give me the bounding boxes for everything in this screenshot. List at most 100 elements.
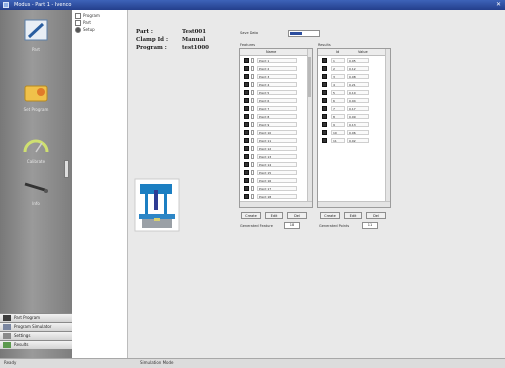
- sidebar-splitter[interactable]: [64, 160, 69, 178]
- gauge-icon: [23, 139, 49, 153]
- row-checkbox[interactable]: [322, 90, 327, 95]
- row-marker-icon: [251, 178, 254, 183]
- sidebar-item-info[interactable]: Info: [14, 176, 58, 206]
- feature-name-cell[interactable]: Point 7: [257, 106, 297, 111]
- feature-name-cell[interactable]: Point 3: [257, 74, 297, 79]
- feature-name-cell[interactable]: Point 8: [257, 114, 297, 119]
- cmm-machine-image: [134, 178, 180, 232]
- left-edit-button[interactable]: Edit: [265, 212, 283, 219]
- close-icon[interactable]: ✕: [496, 1, 501, 8]
- row-marker-icon: [251, 114, 254, 119]
- sidebar-item-set-program[interactable]: Set Program: [14, 82, 58, 112]
- row-marker-icon: [251, 98, 254, 103]
- nav-settings[interactable]: Settings: [0, 331, 72, 340]
- result-id-cell: 10: [331, 130, 345, 135]
- row-checkbox[interactable]: [244, 130, 249, 135]
- feature-name-cell[interactable]: Point 12: [257, 146, 297, 151]
- feature-name-cell[interactable]: Point 17: [257, 186, 297, 191]
- row-checkbox[interactable]: [244, 98, 249, 103]
- feature-name-cell[interactable]: Point 15: [257, 170, 297, 175]
- row-checkbox[interactable]: [322, 114, 327, 119]
- row-marker-icon: [251, 122, 254, 127]
- sidebar-item-calibrate[interactable]: Calibrate: [14, 134, 58, 164]
- left-footer-field[interactable]: 18: [284, 222, 300, 229]
- row-checkbox[interactable]: [244, 146, 249, 151]
- status-center: Simulation Mode: [140, 360, 174, 365]
- results-list-header: Id Value: [318, 49, 390, 56]
- program-tree: Program Part Setup: [72, 10, 128, 358]
- sidebar-item-part[interactable]: Part: [14, 18, 58, 52]
- row-checkbox[interactable]: [244, 122, 249, 127]
- left-list-title: Features: [240, 43, 256, 47]
- row-checkbox[interactable]: [244, 90, 249, 95]
- feature-name-cell[interactable]: Point 13: [257, 154, 297, 159]
- probe-icon: [24, 182, 48, 193]
- right-list-title: Results: [318, 43, 331, 47]
- result-value-cell: 0.12: [347, 66, 369, 71]
- result-id-cell: 4: [331, 82, 345, 87]
- feature-name-cell[interactable]: Point 18: [257, 194, 297, 199]
- feature-name-cell[interactable]: Point 2: [257, 66, 297, 71]
- left-delete-button[interactable]: Del: [287, 212, 307, 219]
- node-icon: [75, 20, 81, 26]
- row-checkbox[interactable]: [244, 66, 249, 71]
- row-checkbox[interactable]: [244, 82, 249, 87]
- results-list[interactable]: Id Value 1 0.05 2 0.12 3 0.08 4 0.21 5 0.10 6 0.04 7…: [317, 48, 391, 208]
- nav-part-program[interactable]: Part Program: [0, 313, 72, 322]
- tree-item-setup[interactable]: Setup: [75, 27, 95, 33]
- row-checkbox[interactable]: [322, 106, 327, 111]
- row-checkbox[interactable]: [244, 178, 249, 183]
- sidebar-item-label: Info: [32, 201, 40, 206]
- row-checkbox[interactable]: [244, 170, 249, 175]
- row-checkbox[interactable]: [244, 106, 249, 111]
- row-checkbox[interactable]: [322, 66, 327, 71]
- feature-name-cell[interactable]: Point 11: [257, 138, 297, 143]
- row-checkbox[interactable]: [244, 58, 249, 63]
- tree-item-program[interactable]: Program: [75, 13, 100, 19]
- scroll-thumb[interactable]: [308, 57, 311, 97]
- row-checkbox[interactable]: [244, 162, 249, 167]
- row-checkbox[interactable]: [244, 186, 249, 191]
- nav-program-simulator[interactable]: Program Simulator: [0, 322, 72, 331]
- feature-name-cell[interactable]: Point 14: [257, 162, 297, 167]
- left-create-button[interactable]: Create: [241, 212, 261, 219]
- settings-icon: [3, 333, 11, 339]
- result-id-cell: 3: [331, 74, 345, 79]
- row-checkbox[interactable]: [322, 58, 327, 63]
- feature-name-cell[interactable]: Point 16: [257, 178, 297, 183]
- row-checkbox[interactable]: [244, 114, 249, 119]
- row-checkbox[interactable]: [322, 122, 327, 127]
- feature-list-scrollbar[interactable]: [307, 49, 312, 201]
- row-marker-icon: [251, 146, 254, 151]
- nav-results[interactable]: Results: [0, 340, 72, 349]
- row-checkbox[interactable]: [322, 138, 327, 143]
- results-list-hscrollbar[interactable]: [318, 201, 390, 207]
- feature-name-cell[interactable]: Point 6: [257, 98, 297, 103]
- top-field[interactable]: [288, 30, 320, 37]
- right-edit-button[interactable]: Edit: [344, 212, 362, 219]
- feature-name-cell[interactable]: Point 9: [257, 122, 297, 127]
- feature-name-cell[interactable]: Point 1: [257, 58, 297, 63]
- right-delete-button[interactable]: Del: [366, 212, 386, 219]
- right-footer-field[interactable]: 11: [362, 222, 378, 229]
- feature-name-cell[interactable]: Point 4: [257, 82, 297, 87]
- row-checkbox[interactable]: [322, 74, 327, 79]
- row-checkbox[interactable]: [244, 194, 249, 199]
- row-checkbox[interactable]: [322, 82, 327, 87]
- feature-list-hscrollbar[interactable]: [240, 201, 312, 207]
- window-title: Modus - Part 1 - Ivenco: [14, 2, 72, 8]
- row-checkbox[interactable]: [244, 154, 249, 159]
- row-checkbox[interactable]: [322, 130, 327, 135]
- result-value-cell: 0.09: [347, 114, 369, 119]
- result-id-cell: 2: [331, 66, 345, 71]
- result-value-cell: 0.02: [347, 138, 369, 143]
- feature-list[interactable]: Name Point 1 Point 2 Point 3 Point 4 Point 5…: [239, 48, 313, 208]
- row-checkbox[interactable]: [244, 74, 249, 79]
- tree-item-part[interactable]: Part: [75, 20, 91, 26]
- right-create-button[interactable]: Create: [320, 212, 340, 219]
- row-checkbox[interactable]: [322, 98, 327, 103]
- feature-name-cell[interactable]: Point 10: [257, 130, 297, 135]
- row-checkbox[interactable]: [244, 138, 249, 143]
- feature-name-cell[interactable]: Point 5: [257, 90, 297, 95]
- results-list-scrollbar[interactable]: [385, 49, 390, 201]
